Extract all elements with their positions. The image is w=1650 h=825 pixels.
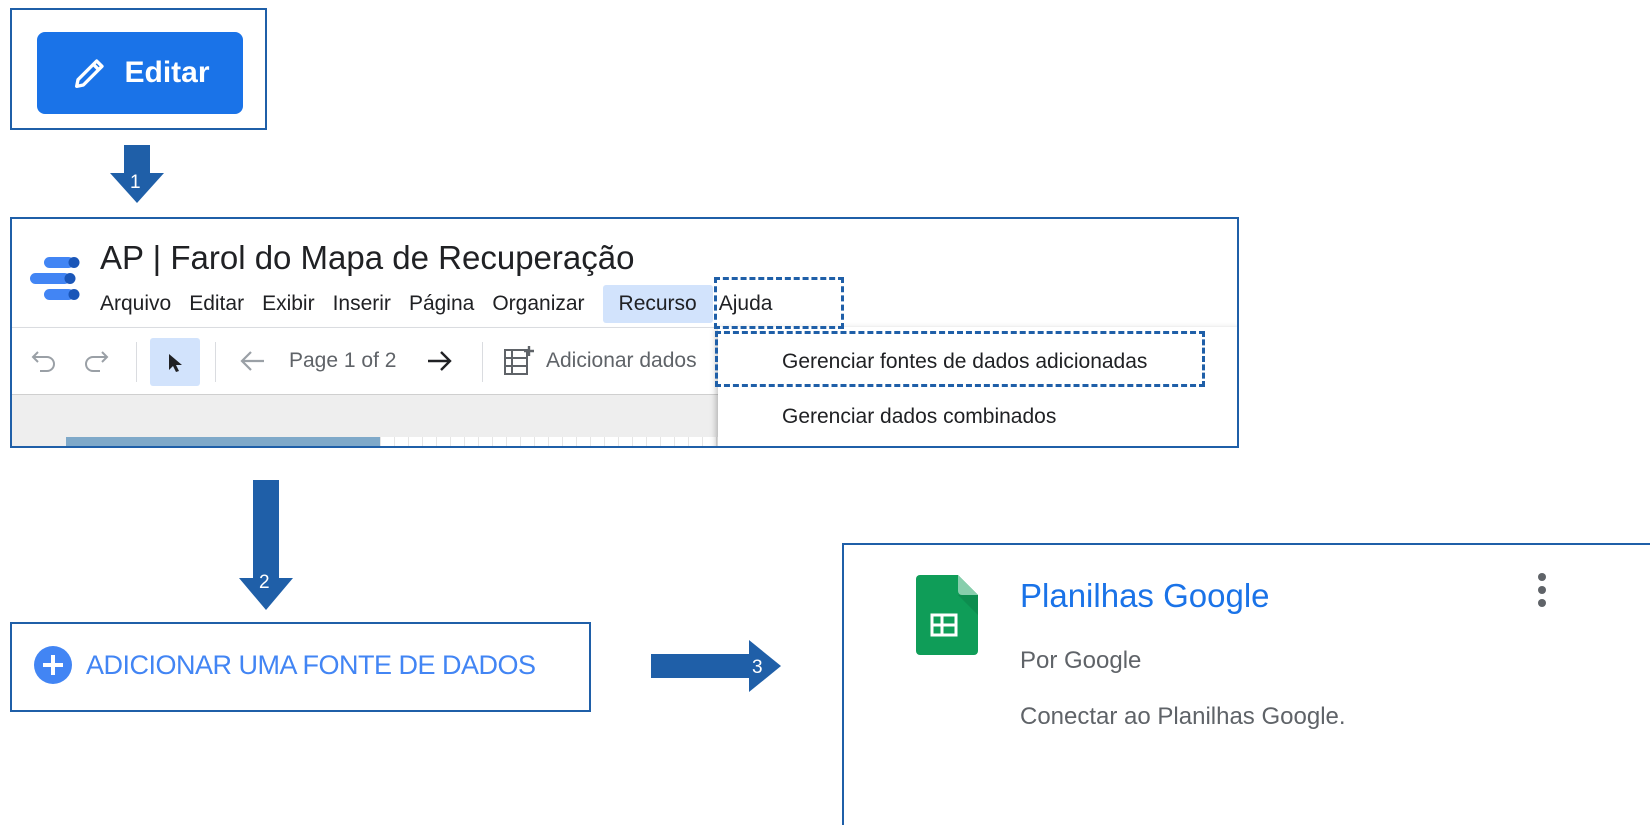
menu-arquivo[interactable]: Arquivo: [100, 289, 187, 323]
connector-card[interactable]: Planilhas Google Por Google Conectar ao …: [842, 543, 1650, 825]
edit-button[interactable]: Editar: [37, 32, 243, 114]
document-title[interactable]: AP | Farol do Mapa de Recuperação: [100, 239, 634, 277]
add-data-source-button[interactable]: ADICIONAR UMA FONTE DE DADOS: [34, 646, 536, 684]
add-data-icon[interactable]: [502, 344, 536, 378]
step-3-panel: ADICIONAR UMA FONTE DE DADOS: [10, 622, 591, 712]
connector-author: Por Google: [1020, 647, 1142, 674]
highlight-recurso: [714, 277, 844, 329]
canvas-element: [66, 437, 380, 446]
step-2-panel: AP | Farol do Mapa de Recuperação Arquiv…: [10, 217, 1239, 448]
undo-icon[interactable]: [30, 348, 58, 374]
step-1-panel: Editar: [10, 8, 267, 130]
toolbar-divider: [215, 342, 216, 382]
connector-description: Conectar ao Planilhas Google.: [1020, 703, 1346, 730]
looker-studio-logo-icon: [30, 257, 80, 300]
menu-organizar[interactable]: Organizar: [492, 289, 600, 323]
more-vert-icon[interactable]: [1534, 573, 1550, 615]
select-tool-button[interactable]: [150, 338, 200, 386]
menu-inserir[interactable]: Inserir: [333, 289, 407, 323]
toolbar-divider: [482, 342, 483, 382]
plus-circle-icon: [34, 646, 72, 684]
step-1-number: 1: [130, 172, 141, 193]
connector-title: Planilhas Google: [1020, 577, 1270, 614]
add-data-source-label: ADICIONAR UMA FONTE DE DADOS: [86, 649, 536, 680]
menu-bar: Arquivo Editar Exibir Inserir Página Org…: [100, 285, 790, 323]
highlight-manage-sources: [715, 331, 1205, 387]
google-sheets-icon: [916, 575, 978, 655]
step-3-number: 3: [752, 657, 763, 678]
menu-pagina[interactable]: Página: [409, 289, 490, 323]
page-indicator: Page 1 of 2: [289, 349, 397, 372]
add-data-button[interactable]: Adicionar dados: [546, 328, 697, 394]
canvas-grid: [380, 437, 720, 446]
step-3-arrow: [651, 640, 781, 692]
menu-item-manage-blended-data[interactable]: Gerenciar dados combinados: [782, 405, 1056, 429]
toolbar-divider: [136, 342, 137, 382]
step-2-number: 2: [259, 572, 270, 593]
arrow-right-icon[interactable]: [424, 348, 454, 374]
pencil-icon: [75, 59, 105, 89]
edit-button-label: Editar: [124, 56, 210, 89]
select-cursor-icon: [169, 354, 182, 372]
redo-icon[interactable]: [82, 348, 110, 374]
arrow-left-icon[interactable]: [238, 348, 268, 374]
menu-editar[interactable]: Editar: [189, 289, 260, 323]
menu-exibir[interactable]: Exibir: [262, 289, 331, 323]
menu-recurso[interactable]: Recurso: [602, 285, 713, 323]
